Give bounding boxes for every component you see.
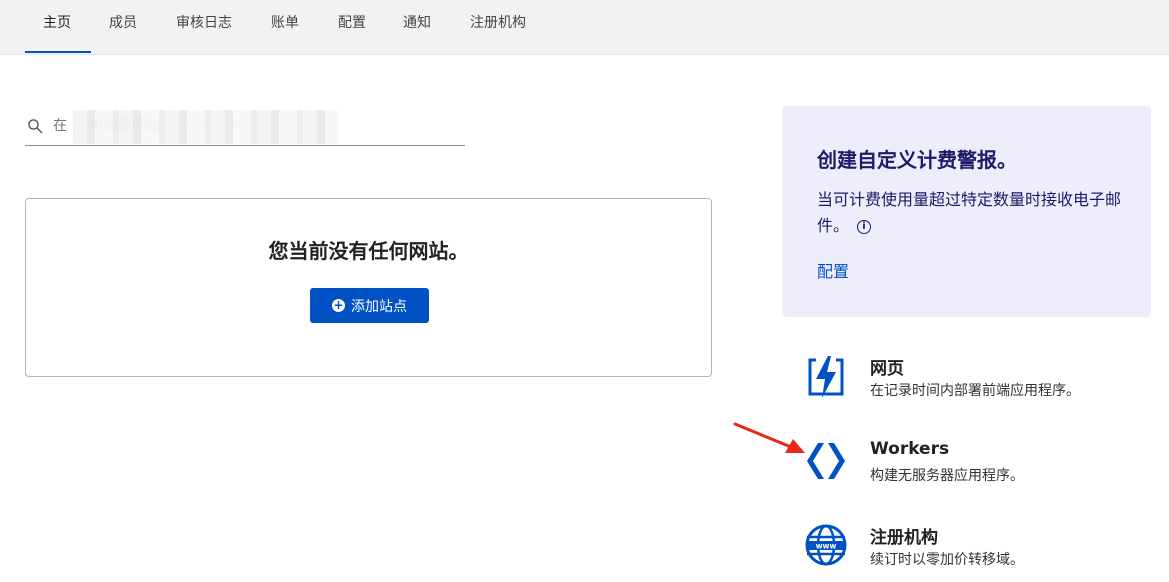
annotation-arrow-icon: [733, 422, 805, 453]
search-icon: [28, 119, 43, 134]
redacted-account-name: [73, 110, 338, 144]
svg-text:www: www: [816, 542, 837, 551]
tab-notifications[interactable]: 通知: [403, 0, 431, 46]
plus-circle-icon: +: [332, 298, 345, 312]
tab-billing[interactable]: 账单: [271, 0, 299, 46]
empty-state-title: 您当前没有任何网站。: [268, 239, 469, 263]
active-tab-indicator: [25, 51, 91, 53]
tab-members[interactable]: 成员: [109, 0, 137, 46]
info-icon[interactable]: i: [857, 220, 872, 234]
product-description: 构建无服务器应用程序。: [870, 468, 1024, 484]
alert-description: 当可计费使用量超过特定数量时接收电子邮件。 i: [817, 187, 1127, 239]
product-pages[interactable]: 网页 在记录时间内部署前端应用程序。: [804, 352, 1144, 404]
tab-audit-log[interactable]: 审核日志: [176, 0, 232, 46]
pages-lightning-icon: [808, 355, 844, 398]
tab-configurations[interactable]: 配置: [338, 0, 366, 46]
globe-www-icon: www: [805, 524, 847, 566]
product-title: 网页: [870, 359, 904, 379]
product-title: Workers: [870, 439, 950, 459]
tab-registrar[interactable]: 注册机构: [470, 0, 526, 46]
top-navigation: 主页 成员 审核日志 账单 配置 通知 注册机构: [0, 0, 1169, 55]
configure-alert-link[interactable]: 配置: [817, 258, 849, 282]
product-workers[interactable]: Workers 构建无服务器应用程序。: [804, 437, 1144, 489]
product-registrar[interactable]: www 注册机构 续订时以零加价转移域。: [804, 521, 1144, 573]
billing-alert-card: 创建自定义计费警报。 当可计费使用量超过特定数量时接收电子邮件。 i 配置: [782, 106, 1151, 317]
add-site-button[interactable]: + 添加站点: [310, 288, 429, 323]
add-site-label: 添加站点: [351, 298, 407, 315]
product-title: 注册机构: [870, 528, 938, 548]
empty-sites-card: 您当前没有任何网站。 + 添加站点: [25, 198, 712, 377]
workers-chevrons-icon: [807, 443, 845, 479]
product-description: 续订时以零加价转移域。: [870, 552, 1024, 568]
tab-home[interactable]: 主页: [43, 0, 71, 46]
alert-title: 创建自定义计费警报。: [817, 148, 1017, 172]
product-description: 在记录时间内部署前端应用程序。: [870, 383, 1080, 399]
site-search: [25, 108, 465, 146]
